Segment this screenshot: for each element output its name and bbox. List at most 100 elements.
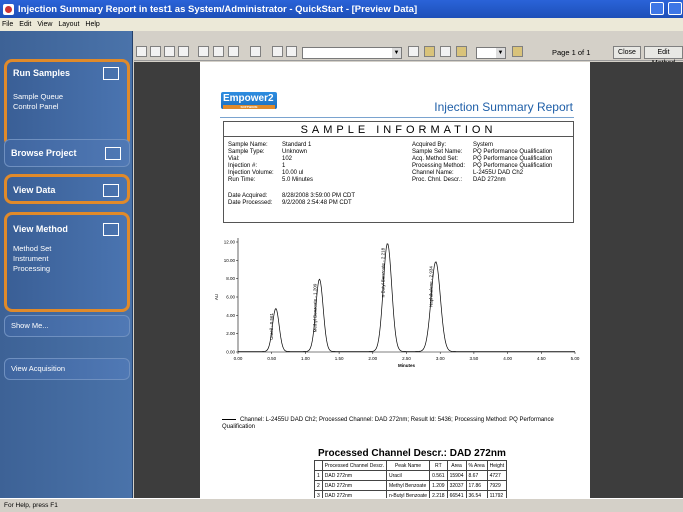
- table-header-cell: % Area: [465, 460, 488, 471]
- layout-dropdown[interactable]: ▼: [302, 47, 402, 59]
- x-tick-label: 3.50: [470, 356, 479, 361]
- control-panel-link[interactable]: Control Panel: [7, 102, 127, 112]
- x-axis-label: Minutes: [398, 363, 415, 368]
- document-icon: [103, 223, 119, 236]
- edit-method-button[interactable]: Edit Method: [644, 46, 683, 67]
- table-cell: 1: [314, 470, 323, 481]
- table-cell: DAD 272nm: [321, 470, 387, 481]
- y-tick-label: 4.00: [226, 313, 235, 318]
- peak-label: n-Butyl Benzoate - 2.218: [380, 247, 385, 297]
- table-header-cell: Area: [446, 460, 467, 471]
- x-tick-label: 4.50: [537, 356, 546, 361]
- page-indicator: Page 1 of 1: [552, 48, 591, 57]
- menu-help[interactable]: Help: [85, 21, 99, 28]
- x-tick-label: 2.50: [402, 356, 411, 361]
- chromatogram-chart: 0.00 0.50 1.00 1.50 2.00 2.50 3.00 3.50 4.00 4.50…: [214, 238, 580, 368]
- paste-icon[interactable]: [228, 46, 239, 57]
- show-me-button[interactable]: Show Me...: [4, 315, 130, 337]
- chevron-down-icon: ▼: [392, 48, 401, 58]
- close-button[interactable]: Close: [613, 46, 641, 59]
- show-me-label: Show Me...: [11, 321, 49, 330]
- y-tick-label: 2.00: [226, 331, 235, 336]
- chromatogram-icon: [103, 184, 119, 197]
- zoom-dropdown[interactable]: ▼: [476, 47, 506, 59]
- chromatogram-trace: [238, 243, 575, 352]
- table-header-cell: [314, 460, 323, 471]
- sample-queue-link[interactable]: Sample Queue: [7, 92, 127, 102]
- x-tick-label: 1.00: [301, 356, 310, 361]
- preview-toolbar: ▼ ▼ Page 1 of 1 Close Edit Method: [134, 43, 683, 67]
- print-icon[interactable]: [178, 46, 189, 57]
- x-tick-label: 0.00: [234, 356, 243, 361]
- x-tick-label: 4.00: [503, 356, 512, 361]
- folder-icon: [105, 147, 121, 160]
- copy-icon[interactable]: [213, 46, 224, 57]
- minimize-button[interactable]: [650, 2, 664, 15]
- menu-edit[interactable]: Edit: [19, 21, 31, 28]
- report-page: Empower2 SOFTWARE Injection Summary Repo…: [200, 62, 590, 511]
- table-title: Processed Channel Descr.: DAD 272nm: [318, 448, 506, 459]
- table-cell: 8.67: [465, 470, 488, 481]
- table-cell: Uracil: [385, 470, 431, 481]
- zoom-out-icon[interactable]: [424, 46, 435, 57]
- status-text: For Help, press F1: [4, 502, 58, 509]
- method-set-link[interactable]: Method Set: [7, 244, 127, 254]
- view-acquisition-button[interactable]: View Acquisition: [4, 358, 130, 380]
- table-cell: 4727: [486, 470, 508, 481]
- instrument-link[interactable]: Instrument: [7, 254, 127, 264]
- table-cell: 0.561: [429, 470, 448, 481]
- menu-file[interactable]: File: [2, 21, 13, 28]
- chevron-down-icon: ▼: [496, 48, 505, 58]
- table-cell: 32037: [446, 480, 467, 491]
- run-samples-button[interactable]: Run Samples Sample Queue Control Panel: [4, 59, 130, 147]
- view-acquisition-label: View Acquisition: [11, 364, 66, 373]
- redo-icon[interactable]: [286, 46, 297, 57]
- x-tick-label: 1.50: [335, 356, 344, 361]
- status-bar: For Help, press F1: [0, 498, 683, 512]
- peak-label: Naphthalene - 2.934: [429, 266, 434, 307]
- menu-bar: File Edit View Layout Help: [0, 18, 683, 31]
- app-icon: [3, 3, 14, 15]
- x-tick-label: 2.00: [368, 356, 377, 361]
- chart-legend: Channel: L-2455U DAD Ch2; Processed Chan…: [222, 417, 582, 431]
- view-data-button[interactable]: View Data: [4, 174, 130, 204]
- menu-layout[interactable]: Layout: [58, 21, 79, 28]
- x-tick-label: 5.00: [571, 356, 580, 361]
- page-setup-icon[interactable]: [150, 46, 161, 57]
- processing-link[interactable]: Processing: [7, 264, 127, 274]
- y-tick-label: 10.00: [224, 258, 236, 263]
- chart-icon[interactable]: [456, 46, 467, 57]
- menu-view[interactable]: View: [37, 21, 52, 28]
- cut-icon[interactable]: [198, 46, 209, 57]
- preview-area: Empower2 SOFTWARE Injection Summary Repo…: [134, 62, 683, 511]
- title-bar: Injection Summary Report in test1 as Sys…: [0, 0, 683, 18]
- table-cell: Methyl Benzoate: [385, 480, 431, 491]
- table-cell: 2: [314, 480, 323, 491]
- view-method-button[interactable]: View Method Method Set Instrument Proces…: [4, 212, 130, 312]
- peak-label: Methyl Benzoate - 1.209: [312, 283, 317, 332]
- open-icon[interactable]: [136, 46, 147, 57]
- table-icon[interactable]: [440, 46, 451, 57]
- y-tick-label: 12.00: [224, 240, 236, 245]
- table-cell: 15904: [446, 470, 467, 481]
- maximize-button[interactable]: [668, 2, 682, 15]
- table-cell: 17.86: [465, 480, 488, 491]
- table-cell: 7929: [486, 480, 508, 491]
- peak-label: Uracil - 0.561: [269, 312, 274, 339]
- y-axis-label: AU: [214, 294, 219, 300]
- table-cell: DAD 272nm: [321, 480, 387, 491]
- browse-project-button[interactable]: Browse Project: [4, 139, 130, 167]
- y-tick-label: 8.00: [226, 276, 235, 281]
- pencil-icon[interactable]: [512, 46, 523, 57]
- y-tick-label: 6.00: [226, 295, 235, 300]
- save-icon[interactable]: [164, 46, 175, 57]
- frame-icon[interactable]: [250, 46, 261, 57]
- zoom-in-icon[interactable]: [408, 46, 419, 57]
- table-row: 2 DAD 272nm Methyl Benzoate 1.209 32037 17.86…: [314, 480, 508, 491]
- undo-icon[interactable]: [272, 46, 283, 57]
- legend-line: [222, 418, 236, 420]
- table-header-cell: RT: [429, 460, 448, 471]
- table-row: 1 DAD 272nm Uracil 0.561 15904 8.67 4727: [314, 470, 508, 481]
- window-title: Injection Summary Report in test1 as Sys…: [18, 3, 418, 15]
- y-tick-label: 0.00: [226, 350, 235, 355]
